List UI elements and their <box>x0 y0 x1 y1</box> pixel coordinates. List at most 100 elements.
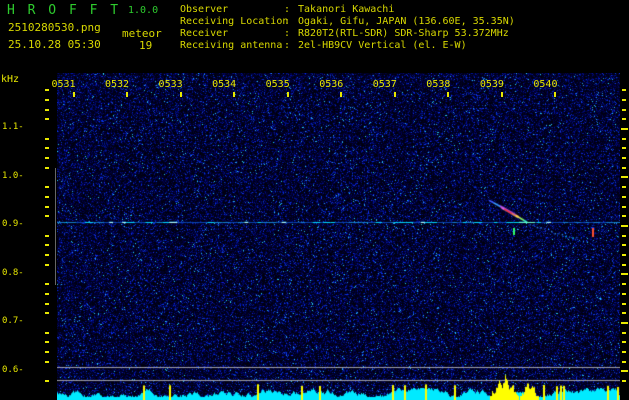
y-minor-tick-right <box>622 264 626 266</box>
y-minor-tick <box>45 283 49 285</box>
x-axis-label: 0539 <box>479 79 505 90</box>
y-minor-tick-right <box>622 157 626 159</box>
x-axis-label: 0532 <box>104 79 130 90</box>
station-info-block: Observer: Takanori Kawachi Receiving Loca… <box>180 4 515 52</box>
y-major-tick-right <box>621 225 628 227</box>
y-minor-tick <box>45 109 49 111</box>
info-row: Receiving antenna: 2el-HB9CV Vertical (e… <box>180 40 515 52</box>
y-minor-tick <box>45 244 49 246</box>
x-tick <box>73 92 75 97</box>
x-axis-label: 0540 <box>532 79 558 90</box>
y-axis-unit: kHz <box>1 74 19 85</box>
y-minor-tick <box>45 380 49 382</box>
y-minor-tick <box>45 118 49 120</box>
x-tick <box>394 92 396 97</box>
y-minor-tick-right <box>622 293 626 295</box>
y-minor-tick <box>45 147 49 149</box>
y-major-tick-right <box>621 322 628 324</box>
output-filename: 2510280530.png <box>8 21 101 34</box>
y-minor-tick-right <box>622 283 626 285</box>
y-minor-tick <box>45 89 49 91</box>
y-minor-tick-right <box>622 244 626 246</box>
y-axis-label: 1.1- <box>2 122 32 132</box>
y-minor-tick <box>45 99 49 101</box>
y-minor-tick-right <box>622 109 626 111</box>
y-minor-tick <box>45 293 49 295</box>
y-minor-tick-right <box>622 147 626 149</box>
y-minor-tick <box>45 303 49 305</box>
x-axis-label: 0538 <box>425 79 451 90</box>
y-minor-tick-right <box>622 312 626 314</box>
detection-band-line <box>55 168 56 285</box>
y-axis-label: 0.9- <box>2 219 32 229</box>
y-axis-label: 1.0- <box>2 171 32 181</box>
y-minor-tick-right <box>622 196 626 198</box>
y-minor-tick <box>45 138 49 140</box>
hrofft-output-image: H R O F F T 1.0.0 2510280530.png meteor … <box>0 0 629 400</box>
y-minor-tick <box>45 361 49 363</box>
y-minor-tick-right <box>622 118 626 120</box>
y-minor-tick-right <box>622 138 626 140</box>
x-axis-label: 0534 <box>211 79 237 90</box>
x-axis-label: 0536 <box>318 79 344 90</box>
spectrogram-canvas <box>57 73 620 400</box>
y-minor-tick-right <box>622 254 626 256</box>
y-minor-tick-right <box>622 341 626 343</box>
x-axis-label: 0537 <box>372 79 398 90</box>
x-axis-label: 0535 <box>265 79 291 90</box>
y-minor-tick-right <box>622 89 626 91</box>
echo-count: 19 <box>139 39 152 52</box>
x-tick <box>126 92 128 97</box>
x-tick <box>554 92 556 97</box>
info-value: R820T2(RTL-SDR) SDR-Sharp 53.372MHz <box>292 28 509 39</box>
y-minor-tick-right <box>622 351 626 353</box>
info-colon: : <box>284 28 292 40</box>
y-major-tick-right <box>621 273 628 275</box>
x-tick <box>180 92 182 97</box>
y-minor-tick <box>45 332 49 334</box>
x-tick <box>340 92 342 97</box>
x-axis-label: 0531 <box>51 79 77 90</box>
y-minor-tick <box>45 167 49 169</box>
app-title: H R O F F T <box>7 3 121 18</box>
info-value: Takanori Kawachi <box>292 4 394 15</box>
y-minor-tick-right <box>622 186 626 188</box>
x-tick <box>501 92 503 97</box>
y-minor-tick <box>45 312 49 314</box>
y-minor-tick-right <box>622 361 626 363</box>
y-minor-tick-right <box>622 332 626 334</box>
y-minor-tick-right <box>622 167 626 169</box>
y-minor-tick <box>45 215 49 217</box>
y-axis-label: 0.6- <box>2 365 32 375</box>
info-value: 2el-HB9CV Vertical (el. E-W) <box>292 40 467 51</box>
y-minor-tick <box>45 254 49 256</box>
x-tick <box>233 92 235 97</box>
y-major-tick-right <box>621 128 628 130</box>
x-axis-label: 0533 <box>158 79 184 90</box>
y-minor-tick <box>45 351 49 353</box>
y-minor-tick-right <box>622 235 626 237</box>
info-label: Observer <box>180 4 284 16</box>
app-version: 1.0.0 <box>128 5 158 16</box>
y-minor-tick <box>45 206 49 208</box>
info-row: Receiving Location: Ogaki, Gifu, JAPAN (… <box>180 16 515 28</box>
info-value: Ogaki, Gifu, JAPAN (136.60E, 35.35N) <box>292 16 515 27</box>
y-axis-label: 0.7- <box>2 316 32 326</box>
info-row: Receiver: R820T2(RTL-SDR) SDR-Sharp 53.3… <box>180 28 515 40</box>
info-colon: : <box>284 40 292 52</box>
y-minor-tick-right <box>622 99 626 101</box>
info-colon: : <box>284 4 292 16</box>
y-minor-tick-right <box>622 215 626 217</box>
y-minor-tick <box>45 196 49 198</box>
info-label: Receiving Location <box>180 16 284 28</box>
info-colon: : <box>284 16 292 28</box>
info-label: Receiver <box>180 28 284 40</box>
y-major-tick-right <box>621 176 628 178</box>
y-major-tick-right <box>621 370 628 372</box>
x-tick <box>447 92 449 97</box>
y-axis-label: 0.8- <box>2 268 32 278</box>
y-minor-tick-right <box>622 206 626 208</box>
y-minor-tick-right <box>622 380 626 382</box>
y-minor-tick-right <box>622 303 626 305</box>
info-row: Observer: Takanori Kawachi <box>180 4 515 16</box>
